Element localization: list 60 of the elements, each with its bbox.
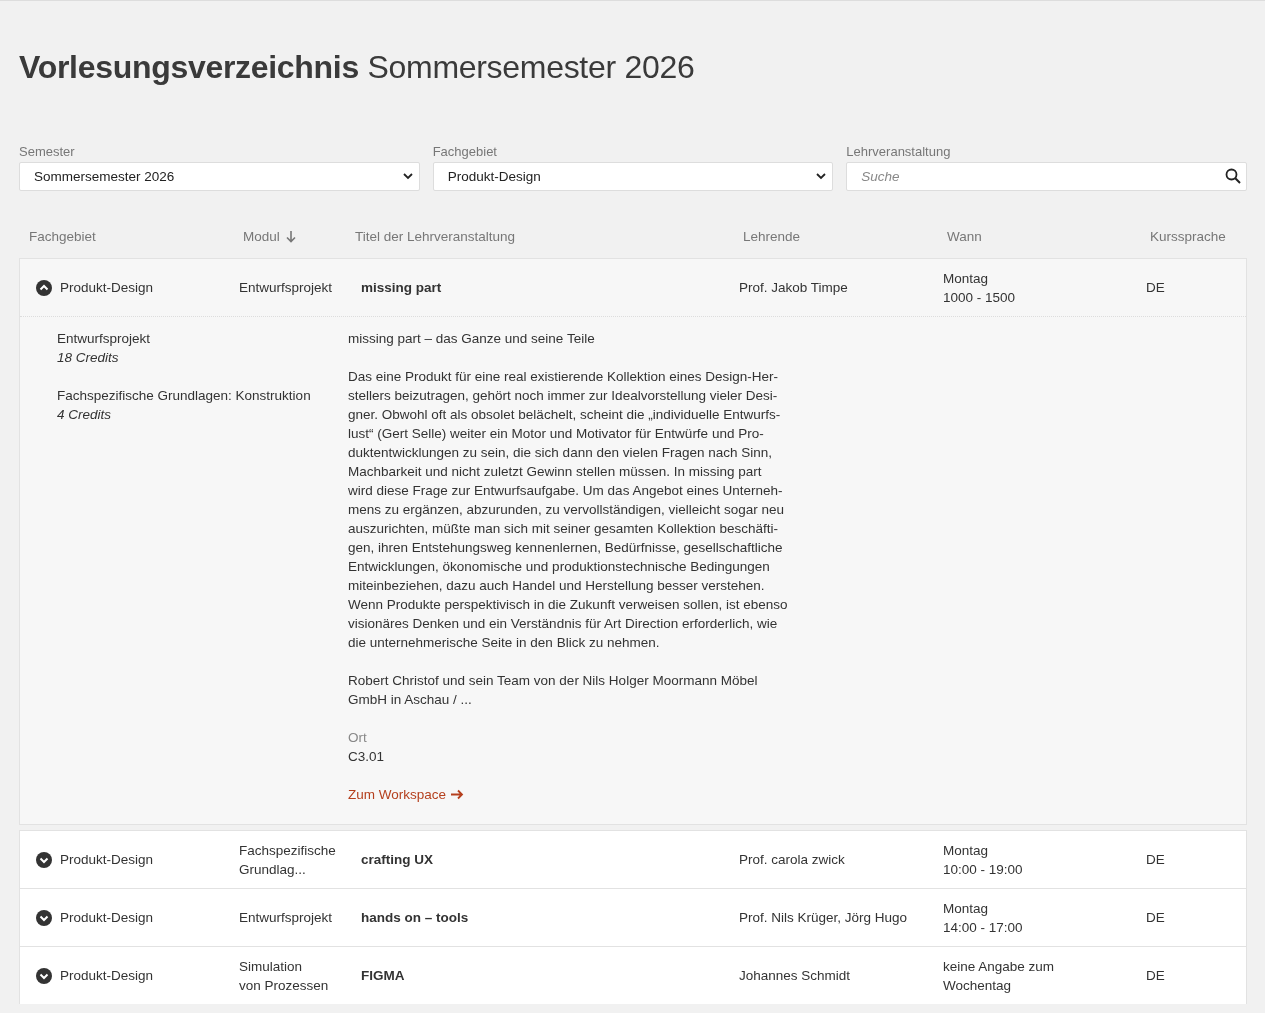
expand-toggle[interactable] [36,909,52,926]
select-field[interactable]: Sommersemester 2026 [19,162,420,191]
table-cell-text: Simulation von Prozessen [238,957,330,995]
course-description: Das eine Produkt für eine real existierende Kollektion eines Design-Her- stellers beizutragen, gehört noch immer zur Idealvorstellung vieler Desi- gner. Obwohl oft als obsolet belächelt, scheint die „individuelle Entwurfs- lust“ (Gert Selle) weiter ein Motor und Motivator für Entwürfe und Pro- duktentwicklungen zu sein, die sich dann den vielen Fragen nach Sinn, Machbarkeit und nicht zuletzt Gewinn stellen müssen. In missing part wird diese Frage zur Entwurfsaufgabe. Um das Angebot eines Unterneh- mens zu ergänzen, abzurunden, zu vervollständigen, vielleicht sogar neu auszurichten, müßte man sich mit seiner gesamten Kollektion beschäfti- gen, ihren Entstehungsweg kennenlernen, Bedürfnisse, gesellschaftliche Entwicklungen, ökonomische und produktionstechnische Bedingungen miteinbeziehen, dazu auch Handel und Herstellung besser verstehen. Wenn Produkte perspektivisch in die Zukunft verweisen sollen, ist ebenso visionäres Denken und ein Verständnis für Art Direction erforderlich, wie die unternehmerische Seite in den Blick zu nehmen. [348,368,789,652]
arrow-right-icon [451,789,465,800]
table-cell-text: DE [1145,851,1166,869]
course-title[interactable]: FIGMA [346,966,734,985]
search-field[interactable]: Suche [846,162,1247,191]
expand-toggle[interactable] [36,851,52,868]
table-cell-text: Prof. carola zwick [738,851,846,869]
location-label: Ort [348,729,368,747]
course-title[interactable]: missing part [346,278,734,297]
search-icon [1225,168,1241,184]
table-cell-text: keine Angabe zum Wochentag [942,957,1056,995]
expand-toggle[interactable] [36,279,52,296]
table-cell: Produkt-Design [60,910,154,925]
column-header[interactable]: Lehrende [733,229,937,244]
table-cell-text: Johannes Schmidt [738,967,852,985]
table-cell-text: Fachspezifische Grundlag... [238,841,337,879]
course-title[interactable]: crafting UX [346,850,734,869]
expand-toggle[interactable] [36,967,52,984]
caret-icon [816,173,827,180]
chevron-down-icon [36,967,52,984]
chevron-up-icon [36,279,52,296]
page-title: Vorlesungsverzeichnis Sommersemester 2026 [19,49,696,86]
select-field[interactable]: Produkt-Design [432,162,834,191]
module-credits: 18 Credits [57,349,120,367]
filter-label: Semester [19,144,76,159]
chevron-down-icon [36,909,52,926]
course-title[interactable]: hands on – tools [346,908,734,927]
module-name: Entwurfsprojekt [57,330,152,348]
table-cell-text: Montag 1000 - 1500 [942,269,1017,307]
chevron-down-icon [36,851,52,868]
module-credits: 4 Credits [57,406,113,424]
table-cell-text: DE [1145,967,1166,985]
location-value: C3.01 [348,748,386,766]
column-header[interactable]: Wann [937,229,1140,244]
workspace-link[interactable]: Zum Workspace [348,785,465,804]
column-header[interactable]: Modul [233,229,345,244]
filter-label: Lehrveranstaltung [846,144,952,159]
table-cell-text: Prof. Nils Krüger, Jörg Hugo [738,909,909,927]
table-cell-text: Montag 10:00 - 19:00 [942,841,1024,879]
module-name: Fachspezifische Grundlagen: Konstruktion [57,387,312,405]
table-cell: Produkt-Design [60,852,154,867]
column-header[interactable]: Fachgebiet [19,229,233,244]
course-heading: missing part – das Ganze und seine Teile [348,330,596,348]
table-cell: Produkt-Design [60,968,154,983]
column-header[interactable]: Titel der Lehrveranstaltung [345,229,733,244]
table-cell-text: Montag 14:00 - 17:00 [942,899,1024,937]
table-cell-text: Prof. Jakob Timpe [738,279,849,297]
table-cell-text: Entwurfsprojekt [238,909,334,927]
course-description: Robert Christof und sein Team von der Nils Holger Moormann Möbel GmbH in Aschau / ... [348,672,759,709]
table-cell: Produkt-Design [60,280,154,295]
caret-icon [402,173,413,180]
filter-label: Fachgebiet [432,144,498,159]
table-cell-text: Entwurfsprojekt [238,279,334,297]
table-cell-text: DE [1145,909,1166,927]
sort-arrow-icon [285,230,296,243]
table-cell-text: DE [1145,279,1166,297]
column-header[interactable]: Kurssprache [1140,229,1247,244]
